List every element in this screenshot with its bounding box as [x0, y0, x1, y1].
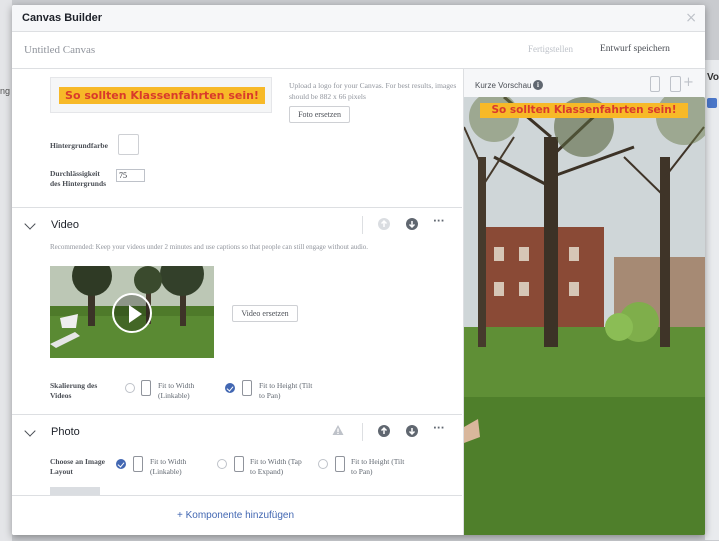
- play-icon[interactable]: [112, 293, 152, 333]
- canvas-builder-modal: Canvas Builder × Untitled Canvas Fertigs…: [12, 5, 705, 535]
- finish-button[interactable]: Fertigstellen: [528, 44, 573, 54]
- preview-banner: So sollten Klassenfahrten sein!: [480, 103, 688, 118]
- background-left-panel: ng: [0, 0, 12, 541]
- photo-fit-height-radio[interactable]: [318, 459, 328, 469]
- video-scale-label-line1: Skalierung des: [50, 381, 98, 390]
- photo-section-header[interactable]: Photo ···: [12, 416, 462, 450]
- video-fit-height-label-line2: to Pan): [259, 391, 281, 400]
- photo-option3-label-line2: to Pan): [351, 467, 373, 476]
- photo-upload-placeholder[interactable]: [50, 487, 100, 495]
- more-icon[interactable]: ···: [433, 216, 444, 227]
- video-fit-width-label-line1: Fit to Width: [158, 381, 195, 390]
- video-section-header[interactable]: Video ···: [12, 209, 462, 243]
- image-layout-label-line1: Choose an Image: [50, 457, 106, 466]
- image-layout-label-line2: Layout: [50, 467, 73, 476]
- photo-option2-label-line2: to Expand): [250, 467, 284, 476]
- background-color-label: Hintergrundfarbe: [50, 141, 108, 150]
- preview-label: Kurze Vorschau: [475, 81, 532, 90]
- save-draft-button[interactable]: Entwurf speichern: [600, 44, 670, 54]
- logo-preview: So sollten Klassenfahrten sein!: [50, 77, 272, 113]
- logo-banner: So sollten Klassenfahrten sein!: [59, 87, 265, 104]
- background-opacity-label-line1: Durchlässigkeit: [50, 169, 100, 178]
- arrow-down-icon[interactable]: [406, 425, 418, 437]
- phone-icon: [141, 380, 151, 396]
- video-fit-width-label-line2: (Linkable): [158, 391, 190, 400]
- photo-option1-label-line2: (Linkable): [150, 467, 182, 476]
- divider: [12, 207, 462, 208]
- photo-option2-label-line1: Fit to Width (Tap: [250, 457, 302, 466]
- replace-video-button[interactable]: Video ersetzen: [232, 305, 298, 322]
- background-right-badge: [707, 98, 717, 108]
- phone-icon: [234, 456, 244, 472]
- photo-fit-width-expand-radio[interactable]: [217, 459, 227, 469]
- background-color-swatch[interactable]: [118, 134, 139, 155]
- background-right-panel: Vo: [705, 60, 719, 540]
- close-icon[interactable]: ×: [685, 10, 697, 26]
- upload-hint: Upload a logo for your Canvas. For best …: [289, 81, 457, 101]
- preview-panel: Kurze Vorschau i + So sollten Klassenfah…: [463, 69, 705, 535]
- chevron-down-icon[interactable]: [24, 218, 36, 230]
- divider: [362, 216, 363, 234]
- photo-fit-width-linkable-radio[interactable]: [116, 459, 126, 469]
- add-device-icon[interactable]: +: [683, 75, 694, 90]
- arrow-down-icon[interactable]: [406, 218, 418, 230]
- background-opacity-input[interactable]: 75: [116, 169, 145, 182]
- video-fit-height-radio[interactable]: [225, 383, 235, 393]
- background-left-text: ng: [0, 86, 11, 96]
- modal-header: Canvas Builder ×: [12, 5, 705, 32]
- modal-title: Canvas Builder: [22, 12, 103, 24]
- canvas-title-bar: Untitled Canvas Fertigstellen Entwurf sp…: [12, 32, 705, 69]
- chevron-down-icon[interactable]: [24, 425, 36, 437]
- preview-video-image: [464, 97, 705, 535]
- phone-icon: [133, 456, 143, 472]
- background-opacity-label-line2: des Hintergrunds: [50, 179, 107, 188]
- photo-option3-label-line1: Fit to Height (Tilt: [351, 457, 405, 466]
- phone-pan-icon: [332, 456, 348, 472]
- video-recommendation: Recommended: Keep your videos under 2 mi…: [50, 243, 369, 251]
- add-component-button[interactable]: + Komponente hinzufügen: [177, 510, 294, 521]
- component-editor: So sollten Klassenfahrten sein! Upload a…: [12, 69, 462, 495]
- tablet-icon[interactable]: [670, 76, 681, 92]
- photo-option1-label-line1: Fit to Width: [150, 457, 187, 466]
- warning-icon: [332, 424, 344, 436]
- arrow-up-icon[interactable]: [378, 425, 390, 437]
- info-icon[interactable]: i: [533, 80, 543, 90]
- video-scale-label-line2: Videos: [50, 391, 72, 400]
- background-right-text: Vo: [707, 72, 719, 83]
- replace-photo-button[interactable]: Foto ersetzen: [289, 106, 350, 123]
- video-fit-width-radio[interactable]: [125, 383, 135, 393]
- divider: [12, 414, 462, 415]
- phone-pan-icon: [239, 380, 255, 396]
- video-fit-height-label-line1: Fit to Height (Tilt: [259, 381, 313, 390]
- canvas-name[interactable]: Untitled Canvas: [24, 44, 95, 56]
- divider: [362, 423, 363, 441]
- phone-icon[interactable]: [650, 76, 660, 92]
- arrow-up-icon[interactable]: [378, 218, 390, 230]
- more-icon[interactable]: ···: [433, 423, 444, 434]
- video-thumbnail: [50, 266, 214, 358]
- preview-screen: So sollten Klassenfahrten sein!: [464, 97, 705, 535]
- add-component-bar: + Komponente hinzufügen: [12, 495, 462, 535]
- photo-section-title: Photo: [51, 426, 80, 438]
- video-section-title: Video: [51, 219, 79, 231]
